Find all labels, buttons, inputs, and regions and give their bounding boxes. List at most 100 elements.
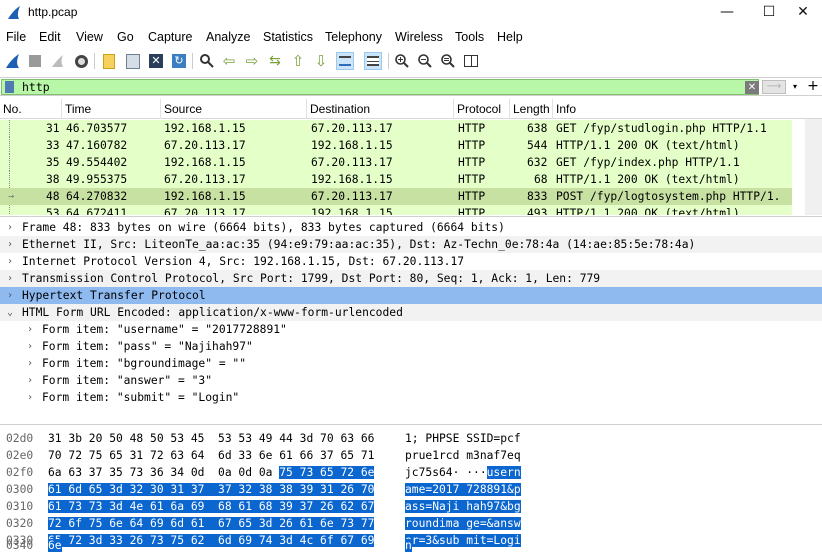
chevron-right-icon[interactable]: ›: [5, 270, 15, 287]
packet-destination: 192.168.1.15: [311, 139, 393, 152]
go-first-icon[interactable]: ⇧: [289, 52, 307, 70]
wireshark-fin-icon: [8, 6, 20, 19]
hex-offset: 0340: [6, 539, 34, 552]
tree-item-form-field[interactable]: › Form item: "bgroundimage" = "": [0, 355, 822, 372]
menu-analyze[interactable]: Analyze: [206, 30, 250, 44]
chevron-right-icon[interactable]: ›: [25, 321, 35, 338]
tree-item-form[interactable]: ⌄ HTML Form URL Encoded: application/x-w…: [0, 304, 822, 321]
go-back-icon[interactable]: ⇦: [220, 52, 238, 70]
open-file-icon[interactable]: [100, 52, 118, 70]
tree-item-tcp[interactable]: › Transmission Control Protocol, Src Por…: [0, 270, 822, 287]
hex-row[interactable]: 02f0 6a 63 37 35 73 36 34 0d 0a 0d 0a 75…: [0, 464, 521, 481]
packet-row[interactable]: 53 64.672411 67.20.113.17 192.168.1.15 H…: [0, 205, 792, 215]
tree-item-ip[interactable]: › Internet Protocol Version 4, Src: 192.…: [0, 253, 822, 270]
hex-ascii-selected: ass=Naji hah97&bg: [405, 500, 521, 513]
auto-scroll-icon[interactable]: [336, 52, 354, 70]
column-protocol[interactable]: Protocol: [454, 99, 510, 119]
chevron-down-icon[interactable]: ⌄: [5, 304, 15, 321]
column-length[interactable]: Length: [510, 99, 553, 119]
packet-destination: 192.168.1.15: [311, 207, 393, 215]
tree-item-http[interactable]: › Hypertext Transfer Protocol: [0, 287, 822, 304]
go-last-icon[interactable]: ⇩: [312, 52, 330, 70]
hex-bytes-selected: 75 73 65 72 6e: [279, 466, 375, 479]
menu-help[interactable]: Help: [497, 30, 523, 44]
menu-capture[interactable]: Capture: [148, 30, 192, 44]
add-filter-button[interactable]: +: [806, 78, 820, 94]
tree-item-label: Form item: "pass" = "Najihah97": [42, 340, 253, 353]
packet-row[interactable]: 38 49.955375 67.20.113.17 192.168.1.15 H…: [0, 171, 792, 188]
tree-item-form-field[interactable]: › Form item: "submit" = "Login": [0, 389, 822, 406]
column-source[interactable]: Source: [161, 99, 307, 119]
chevron-right-icon[interactable]: ›: [25, 338, 35, 355]
restart-capture-icon[interactable]: [49, 52, 67, 70]
go-to-packet-icon[interactable]: ⇆: [266, 52, 284, 70]
packet-row-selected[interactable]: → 48 64.270832 192.168.1.15 67.20.113.17…: [0, 188, 792, 205]
menu-go[interactable]: Go: [117, 30, 134, 44]
hex-row[interactable]: 02d0 31 3b 20 50 48 50 53 45 53 53 49 44…: [0, 430, 521, 447]
packet-time: 49.554402: [66, 156, 128, 169]
chevron-right-icon[interactable]: ›: [5, 287, 15, 304]
packet-time: 64.672411: [66, 207, 128, 215]
packet-row[interactable]: 33 47.160782 67.20.113.17 192.168.1.15 H…: [0, 137, 792, 154]
close-file-icon[interactable]: ✕: [147, 52, 165, 70]
display-filter-input[interactable]: http ✕: [1, 79, 759, 95]
packet-row[interactable]: 31 46.703577 192.168.1.15 67.20.113.17 H…: [0, 120, 792, 137]
column-info[interactable]: Info: [553, 99, 822, 119]
capture-options-icon[interactable]: [72, 52, 90, 70]
chevron-right-icon[interactable]: ›: [5, 236, 15, 253]
tree-item-frame[interactable]: › Frame 48: 833 bytes on wire (6664 bits…: [0, 219, 822, 236]
menu-statistics[interactable]: Statistics: [263, 30, 313, 44]
go-forward-icon[interactable]: ⇨: [243, 52, 261, 70]
hex-row[interactable]: 0320 72 6f 75 6e 64 69 6d 61 67 65 3d 26…: [0, 515, 521, 532]
tree-item-form-field[interactable]: › Form item: "pass" = "Najihah97": [0, 338, 822, 355]
hex-row[interactable]: 0310 61 73 73 3d 4e 61 6a 69 68 61 68 39…: [0, 498, 521, 515]
chevron-right-icon[interactable]: ›: [5, 219, 15, 236]
chevron-right-icon[interactable]: ›: [25, 372, 35, 389]
tree-item-form-field[interactable]: › Form item: "answer" = "3": [0, 372, 822, 389]
minimize-button[interactable]: —: [704, 0, 750, 26]
shark-fin-start-icon[interactable]: [4, 52, 22, 70]
menu-edit[interactable]: Edit: [39, 30, 61, 44]
menu-tools[interactable]: Tools: [455, 30, 484, 44]
hex-bytes-selected: 6e: [48, 539, 62, 552]
packet-row[interactable]: 35 49.554402 192.168.1.15 67.20.113.17 H…: [0, 154, 792, 171]
chevron-right-icon[interactable]: ›: [5, 253, 15, 270]
colorize-icon[interactable]: [364, 52, 382, 70]
reload-icon[interactable]: ↻: [170, 52, 188, 70]
close-button[interactable]: ✕: [780, 0, 822, 26]
chevron-right-icon[interactable]: ›: [25, 389, 35, 406]
resize-columns-icon[interactable]: [462, 52, 480, 70]
packet-source: 67.20.113.17: [164, 139, 246, 152]
hex-ascii-selected: roundima ge=&answ: [405, 517, 521, 530]
find-packet-icon[interactable]: [198, 52, 216, 70]
filter-text[interactable]: http: [22, 80, 50, 95]
packet-time: 47.160782: [66, 139, 128, 152]
chevron-right-icon[interactable]: ›: [25, 355, 35, 372]
column-destination[interactable]: Destination: [307, 99, 454, 119]
menu-file[interactable]: File: [6, 30, 26, 44]
packet-destination: 192.168.1.15: [311, 173, 393, 186]
hex-offset: 0320: [6, 517, 34, 530]
zoom-reset-icon[interactable]: [439, 52, 457, 70]
filter-bookmark-icon[interactable]: [5, 81, 14, 93]
hex-row[interactable]: 02e0 70 72 75 65 31 72 63 64 6d 33 6e 61…: [0, 447, 521, 464]
menu-wireless[interactable]: Wireless: [395, 30, 443, 44]
zoom-out-icon[interactable]: [416, 52, 434, 70]
tree-item-form-field[interactable]: › Form item: "username" = "2017728891": [0, 321, 822, 338]
hex-row[interactable]: 0300 61 6d 65 3d 32 30 31 37 37 32 38 38…: [0, 481, 521, 498]
packet-bytes-pane: 02d0 31 3b 20 50 48 50 53 45 53 53 49 44…: [0, 430, 822, 556]
save-file-icon[interactable]: [124, 52, 142, 70]
apply-filter-button[interactable]: ⟶: [762, 80, 786, 94]
stop-capture-icon[interactable]: [26, 52, 44, 70]
column-no[interactable]: No.: [0, 99, 62, 119]
tree-item-ethernet[interactable]: › Ethernet II, Src: LiteonTe_aa:ac:35 (9…: [0, 236, 822, 253]
packet-list-scrollbar[interactable]: [805, 119, 822, 215]
menu-telephony[interactable]: Telephony: [325, 30, 382, 44]
column-time[interactable]: Time: [62, 99, 161, 119]
zoom-in-icon[interactable]: [393, 52, 411, 70]
hex-bytes-selected: 72 6f 75 6e 64 69 6d 61 67 65 3d 26 61 6…: [48, 517, 375, 530]
filter-history-dropdown-icon[interactable]: ▾: [789, 80, 801, 94]
clear-filter-icon[interactable]: ✕: [745, 81, 759, 94]
title-bar: http.pcap — ☐ ✕: [0, 0, 822, 26]
menu-view[interactable]: View: [76, 30, 103, 44]
